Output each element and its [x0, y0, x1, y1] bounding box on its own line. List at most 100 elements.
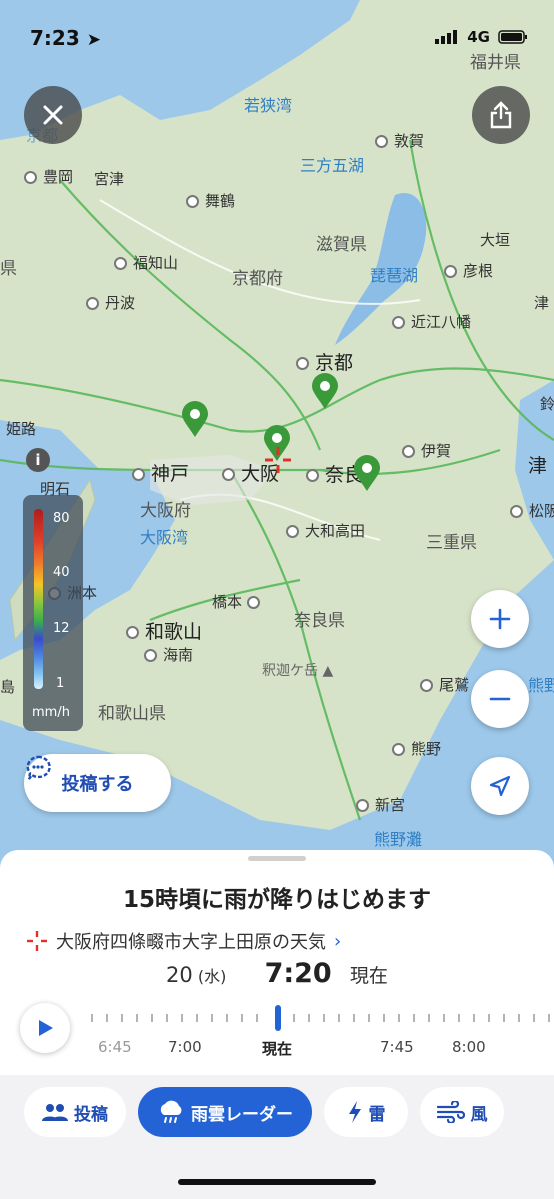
rain-cloud-icon — [160, 1100, 182, 1123]
close-button[interactable] — [24, 86, 82, 144]
map-label-shingu: 新宮 — [356, 794, 405, 815]
map-label-kumanonada: 熊野灘 — [374, 830, 423, 849]
map-label-tanba: 丹波 — [86, 292, 135, 313]
zoom-out-button[interactable] — [471, 670, 529, 728]
map-label-kainan: 海南 — [144, 644, 193, 665]
status-bar: 7:23 ➤ 4G — [0, 22, 554, 58]
chevron-right-icon: › — [334, 930, 342, 952]
date-weekday: (水) — [197, 967, 227, 986]
map-label-wakayama-pref: 和歌山県 — [98, 704, 166, 724]
legend-color-bar — [34, 509, 43, 689]
map-label-edge-suzu: 鈴 — [540, 395, 554, 413]
lightning-icon — [348, 1101, 361, 1123]
play-button[interactable] — [20, 1003, 70, 1053]
map-label-maizuru: 舞鶴 — [186, 190, 235, 211]
map-label-hikone: 彦根 — [444, 260, 493, 281]
map-label-matsusaka: 松阪 — [510, 500, 554, 521]
tab-rain-radar-label: 雨雲レーダー — [191, 1104, 293, 1125]
map-label-hashimoto: 橋本 — [212, 591, 266, 612]
map-label-kyoto-pref: 京都府 — [232, 269, 283, 289]
location-name: 大阪府四條畷市大字上田原の天気 — [56, 932, 326, 953]
close-icon — [43, 105, 63, 125]
crosshair-icon — [27, 931, 47, 951]
map-label-tsuruga: 敦賀 — [375, 130, 424, 151]
timeline-label: 6:45 — [98, 1038, 132, 1056]
map-label-toyooka: 豊岡 — [24, 166, 73, 187]
current-location-button[interactable] — [471, 757, 529, 815]
radar-map[interactable]: 福井県 若狭湾 三方五湖 敦賀 豊岡 宮津 舞鶴 福知山 丹波 京都府 滋賀県 … — [0, 0, 554, 880]
rainfall-legend: 80 40 12 1 mm/h — [23, 495, 83, 731]
tab-posts[interactable]: 投稿 — [24, 1087, 126, 1137]
info-icon[interactable]: i — [26, 448, 50, 472]
home-indicator — [178, 1179, 376, 1185]
map-label-nara-pref: 奈良県 — [294, 611, 345, 631]
wind-icon — [436, 1101, 465, 1123]
map-label-shakagatake: 釈迦ケ岳 ▲ — [262, 663, 334, 679]
report-marker[interactable] — [310, 372, 340, 410]
people-icon — [42, 1104, 68, 1121]
date-day: 20 — [166, 963, 193, 987]
timeline-label: 7:00 — [168, 1038, 202, 1056]
plus-icon — [489, 608, 511, 630]
legend-tick: 1 — [56, 676, 65, 691]
map-label-kyoto: 京都 — [296, 348, 353, 375]
map-label-edge-ken: 県 — [0, 259, 17, 279]
tab-wind[interactable]: 風 — [420, 1087, 504, 1137]
sheet-handle[interactable] — [248, 856, 306, 861]
location-link[interactable]: 大阪府四條畷市大字上田原の天気 › — [26, 928, 341, 954]
timeline-label: 8:00 — [452, 1038, 486, 1056]
map-label-omihachiman: 近江八幡 — [392, 311, 471, 332]
map-label-mikata: 三方五湖 — [300, 156, 365, 175]
forecast-headline: 15時頃に雨が降りはじめます — [122, 887, 431, 913]
speech-bubble-plus-icon — [26, 755, 51, 780]
map-label-osaka-pref: 大阪府 — [140, 501, 191, 521]
battery-icon — [498, 30, 527, 44]
share-button[interactable] — [472, 86, 530, 144]
timeline-slider[interactable] — [88, 1000, 554, 1040]
tab-posts-label: 投稿 — [74, 1104, 108, 1125]
zoom-in-button[interactable] — [471, 590, 529, 648]
signal-icon — [435, 30, 458, 44]
map-label-shiga: 滋賀県 — [316, 235, 367, 255]
network-type: 4G — [467, 28, 490, 46]
play-icon — [39, 1020, 53, 1036]
tab-lightning[interactable]: 雷 — [324, 1087, 408, 1137]
now-label: 現在 — [349, 965, 388, 987]
map-label-fukuchiyama: 福知山 — [114, 252, 178, 273]
timeline-label-now: 現在 — [262, 1040, 293, 1058]
bottom-tab-bar: 投稿 雨雲レーダー 雷 風 — [0, 1075, 554, 1199]
tab-lightning-label: 雷 — [368, 1104, 386, 1125]
tab-rain-radar[interactable]: 雨雲レーダー — [138, 1087, 312, 1137]
map-label-kumano: 熊野 — [392, 738, 441, 759]
map-label-edge-kumano: 熊野 — [528, 676, 554, 695]
post-button[interactable]: 投稿する — [24, 754, 171, 812]
map-label-edge-tsu: 津 — [534, 294, 550, 312]
share-icon — [490, 101, 512, 129]
report-marker[interactable] — [352, 454, 382, 492]
map-label-wakasa-bay: 若狭湾 — [244, 96, 293, 115]
map-label-wakayama: 和歌山 — [126, 617, 202, 644]
legend-tick: 80 — [53, 511, 70, 526]
legend-tick: 12 — [53, 621, 70, 636]
status-time: 7:23 ➤ — [30, 26, 101, 50]
legend-tick: 40 — [53, 565, 70, 580]
map-label-edge-shima: 島 — [0, 678, 16, 696]
minus-icon — [489, 697, 511, 701]
map-label-yamato-takada: 大和高田 — [286, 520, 365, 541]
map-label-iga: 伊賀 — [402, 440, 451, 461]
map-label-mie: 三重県 — [426, 533, 477, 553]
map-label-osaka-bay: 大阪湾 — [140, 528, 189, 547]
timeline-label: 7:45 — [380, 1038, 414, 1056]
current-location-crosshair-icon — [265, 447, 291, 473]
map-label-tsu: 津 — [528, 455, 548, 477]
post-button-label: 投稿する — [61, 774, 134, 795]
map-label-ogaki: 大垣 — [480, 231, 511, 249]
status-icons: 4G — [435, 28, 528, 46]
map-label-kobe: 神戸 — [132, 459, 189, 486]
map-label-owase: 尾鷲 — [420, 674, 469, 695]
report-marker[interactable] — [180, 400, 210, 438]
legend-unit: mm/h — [32, 705, 70, 720]
map-label-miyazu: 宮津 — [94, 170, 125, 188]
map-label-biwako: 琵琶湖 — [370, 266, 419, 285]
location-arrow-icon — [489, 775, 511, 797]
